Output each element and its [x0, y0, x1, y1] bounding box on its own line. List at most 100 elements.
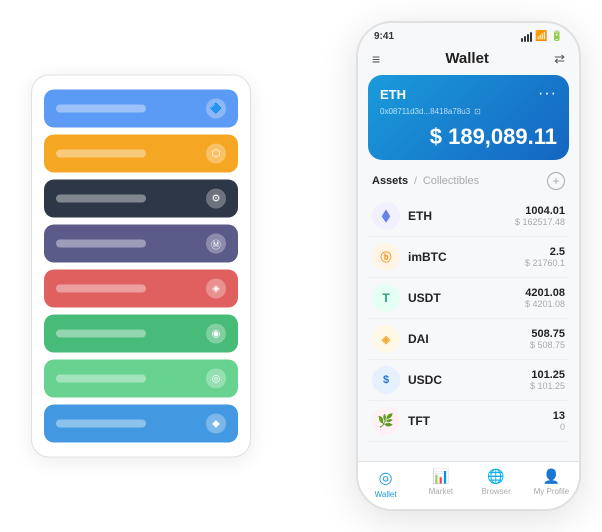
phone-frame: 9:41 📶 🔋 ≡ Wallet ⇄ ETH ···	[356, 21, 581, 511]
tab-collectibles[interactable]: Collectibles	[423, 175, 479, 187]
tab-separator: /	[414, 176, 417, 187]
asset-usd: $ 508.75	[530, 340, 565, 350]
table-row[interactable]: ⓑ imBTC 2.5 $ 21760.1	[368, 237, 569, 278]
bottom-nav: ◎ Wallet 📊 Market 🌐 Browser 👤 My Profile	[358, 461, 579, 509]
nav-label: My Profile	[534, 487, 570, 496]
table-row[interactable]: 🌿 TFT 13 0	[368, 401, 569, 442]
asset-amounts: 2.5 $ 21760.1	[525, 246, 565, 268]
nav-label: Market	[429, 487, 453, 496]
card-label	[56, 420, 146, 428]
page-title: Wallet	[445, 50, 489, 67]
card-label	[56, 150, 146, 158]
usdc-icon: $	[372, 366, 400, 394]
eth-address: 0x08711d3d...8418a78u3 ⊡	[380, 107, 557, 116]
card-icon: ◉	[206, 324, 226, 344]
status-bar: 9:41 📶 🔋	[358, 23, 579, 46]
asset-amount: 1004.01	[515, 205, 565, 217]
battery-icon: 🔋	[551, 31, 563, 42]
nav-label: Wallet	[375, 490, 397, 499]
card-icon: 🔷	[206, 99, 226, 119]
nav-item-browser[interactable]: 🌐 Browser	[469, 468, 524, 499]
card-label	[56, 240, 146, 248]
table-row[interactable]: $ USDC 101.25 $ 101.25	[368, 360, 569, 401]
nav-item-profile[interactable]: 👤 My Profile	[524, 468, 579, 499]
asset-amount: 508.75	[530, 328, 565, 340]
nav-label: Browser	[481, 487, 510, 496]
status-icons: 📶 🔋	[521, 31, 563, 42]
market-nav-icon: 📊	[432, 468, 449, 485]
copy-icon[interactable]: ⊡	[474, 107, 481, 116]
asset-name: USDT	[408, 291, 525, 305]
assets-header: Assets / Collectibles +	[358, 168, 579, 196]
browser-nav-icon: 🌐	[487, 468, 504, 485]
scene: 🔷 ⬡ ⚙ Ⓜ ◈ ◉ ◎ ◆	[11, 11, 591, 521]
nav-item-market[interactable]: 📊 Market	[413, 468, 468, 499]
card-label	[56, 195, 146, 203]
nav-item-wallet[interactable]: ◎ Wallet	[358, 468, 413, 499]
list-item[interactable]: ⬡	[44, 135, 238, 173]
assets-tabs: Assets / Collectibles	[372, 175, 479, 187]
eth-balance: $ 189,089.11	[380, 124, 557, 150]
asset-amount: 101.25	[530, 369, 565, 381]
asset-usd: $ 4201.08	[525, 299, 565, 309]
card-label	[56, 330, 146, 338]
dai-icon: ◈	[372, 325, 400, 353]
asset-usd: 0	[553, 422, 565, 432]
asset-amount: 13	[553, 410, 565, 422]
eth-icon	[372, 202, 400, 230]
menu-icon[interactable]: ≡	[372, 51, 380, 67]
asset-amounts: 13 0	[553, 410, 565, 432]
card-label	[56, 375, 146, 383]
asset-usd: $ 162517.48	[515, 217, 565, 227]
table-row[interactable]: ◈ DAI 508.75 $ 508.75	[368, 319, 569, 360]
eth-token-label: ETH	[380, 87, 406, 102]
card-icon: ⚙	[206, 189, 226, 209]
asset-name: ETH	[408, 209, 515, 223]
asset-amounts: 4201.08 $ 4201.08	[525, 287, 565, 309]
eth-menu-dots[interactable]: ···	[538, 85, 557, 103]
asset-amounts: 1004.01 $ 162517.48	[515, 205, 565, 227]
signal-icon	[521, 32, 532, 42]
add-asset-button[interactable]: +	[547, 172, 565, 190]
wifi-icon: 📶	[535, 31, 547, 42]
card-label	[56, 285, 146, 293]
card-stack: 🔷 ⬡ ⚙ Ⓜ ◈ ◉ ◎ ◆	[31, 75, 251, 458]
asset-usd: $ 21760.1	[525, 258, 565, 268]
asset-name: TFT	[408, 414, 553, 428]
table-row[interactable]: T USDT 4201.08 $ 4201.08	[368, 278, 569, 319]
card-icon: ◈	[206, 279, 226, 299]
list-item[interactable]: ◎	[44, 360, 238, 398]
eth-card-header: ETH ···	[380, 85, 557, 103]
tab-assets[interactable]: Assets	[372, 175, 408, 187]
asset-list: ETH 1004.01 $ 162517.48 ⓑ imBTC 2.5 $ 21…	[358, 196, 579, 461]
asset-amounts: 101.25 $ 101.25	[530, 369, 565, 391]
list-item[interactable]: ⚙	[44, 180, 238, 218]
status-time: 9:41	[374, 31, 394, 42]
asset-usd: $ 101.25	[530, 381, 565, 391]
eth-card[interactable]: ETH ··· 0x08711d3d...8418a78u3 ⊡ $ 189,0…	[368, 75, 569, 160]
asset-amounts: 508.75 $ 508.75	[530, 328, 565, 350]
list-item[interactable]: 🔷	[44, 90, 238, 128]
card-label	[56, 105, 146, 113]
list-item[interactable]: ◆	[44, 405, 238, 443]
card-icon: ◆	[206, 414, 226, 434]
tft-icon: 🌿	[372, 407, 400, 435]
asset-amount: 4201.08	[525, 287, 565, 299]
imbtc-icon: ⓑ	[372, 243, 400, 271]
asset-name: USDC	[408, 373, 530, 387]
asset-name: DAI	[408, 332, 530, 346]
card-icon: ◎	[206, 369, 226, 389]
asset-name: imBTC	[408, 250, 525, 264]
list-item[interactable]: Ⓜ	[44, 225, 238, 263]
card-icon: ⬡	[206, 144, 226, 164]
scan-icon[interactable]: ⇄	[554, 51, 565, 67]
card-icon: Ⓜ	[206, 234, 226, 254]
profile-nav-icon: 👤	[543, 468, 560, 485]
usdt-icon: T	[372, 284, 400, 312]
table-row[interactable]: ETH 1004.01 $ 162517.48	[368, 196, 569, 237]
asset-amount: 2.5	[525, 246, 565, 258]
phone-header: ≡ Wallet ⇄	[358, 46, 579, 75]
list-item[interactable]: ◉	[44, 315, 238, 353]
list-item[interactable]: ◈	[44, 270, 238, 308]
wallet-nav-icon: ◎	[379, 468, 393, 488]
